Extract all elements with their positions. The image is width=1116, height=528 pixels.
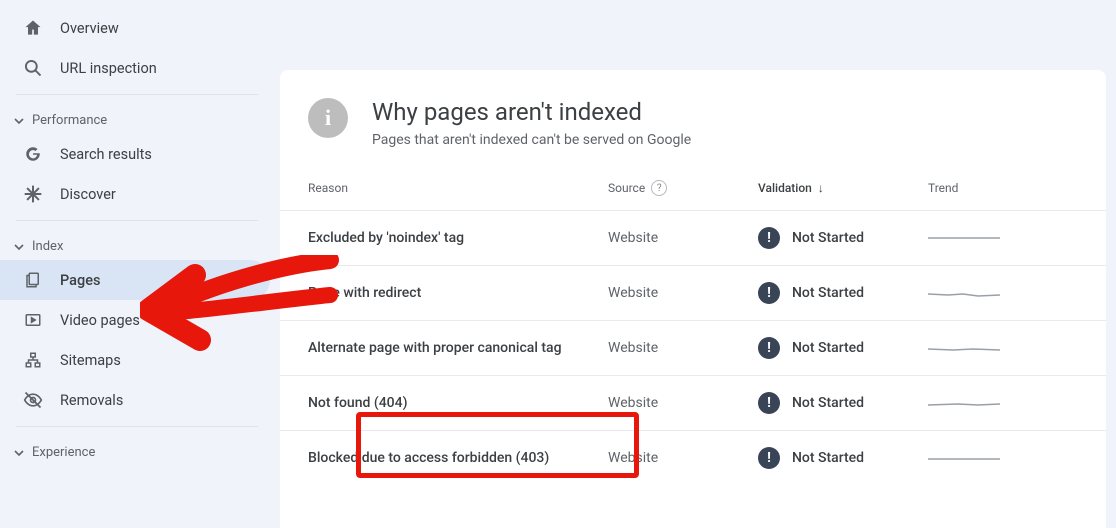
nav-sitemaps[interactable]: Sitemaps [0,340,270,380]
reason-cell: Excluded by 'noindex' tag [308,230,608,246]
nav-label: Overview [60,20,119,37]
nav-removals[interactable]: Removals [0,380,270,420]
chevron-down-icon [14,116,24,126]
col-trend[interactable]: Trend [928,181,1008,195]
trend-sparkline [928,286,1008,300]
source-cell: Website [608,450,758,466]
sidebar: Overview URL inspection Performance Sear… [0,0,270,528]
reason-cell: Alternate page with proper canonical tag [308,340,608,356]
col-reason[interactable]: Reason [308,181,608,195]
trend-sparkline [928,451,1008,465]
chevron-down-icon [14,448,24,458]
col-source[interactable]: Source ? [608,180,758,196]
validation-cell: ! Not Started [758,392,928,414]
section-performance[interactable]: Performance [0,99,270,134]
validation-cell: ! Not Started [758,447,928,469]
indexing-panel: i Why pages aren't indexed Pages that ar… [280,70,1106,528]
nav-label: Search results [60,146,152,163]
nav-overview[interactable]: Overview [0,8,270,48]
nav-label: Removals [60,392,123,409]
section-index[interactable]: Index [0,225,270,260]
source-cell: Website [608,395,758,411]
validation-cell: ! Not Started [758,282,928,304]
asterisk-icon [22,183,44,205]
source-cell: Website [608,285,758,301]
nav-label: Sitemaps [60,352,121,369]
divider [16,426,258,427]
reason-cell: Not found (404) [308,395,608,411]
issues-table: Reason Source ? Validation ↓ Trend Exclu… [280,172,1106,485]
validation-cell: ! Not Started [758,227,928,249]
nav-label: Discover [60,186,116,203]
exclamation-icon: ! [758,392,780,414]
divider [16,94,258,95]
visibility-off-icon [22,389,44,411]
google-g-icon [22,143,44,165]
trend-sparkline [928,231,1008,245]
help-icon[interactable]: ? [651,180,667,196]
nav-video-pages[interactable]: Video pages [0,300,270,340]
exclamation-icon: ! [758,337,780,359]
main-content: i Why pages aren't indexed Pages that ar… [270,0,1116,528]
pages-icon [22,269,44,291]
table-row[interactable]: Page with redirect Website ! Not Started [280,265,1106,320]
nav-pages[interactable]: Pages [0,260,270,300]
col-validation[interactable]: Validation ↓ [758,181,928,195]
sitemap-icon [22,349,44,371]
table-row-highlighted[interactable]: Not found (404) Website ! Not Started [280,375,1106,430]
exclamation-icon: ! [758,447,780,469]
exclamation-icon: ! [758,227,780,249]
divider [16,220,258,221]
section-label: Performance [32,113,107,128]
table-row[interactable]: Excluded by 'noindex' tag Website ! Not … [280,210,1106,265]
table-header: Reason Source ? Validation ↓ Trend [280,172,1106,210]
nav-label: Pages [60,272,100,289]
exclamation-icon: ! [758,282,780,304]
table-row[interactable]: Alternate page with proper canonical tag… [280,320,1106,375]
trend-sparkline [928,341,1008,355]
panel-subtitle: Pages that aren't indexed can't be serve… [372,132,691,148]
reason-cell: Page with redirect [308,285,608,301]
arrow-down-icon: ↓ [818,181,824,195]
source-cell: Website [608,230,758,246]
section-label: Experience [32,445,95,460]
info-icon: i [308,98,348,138]
nav-label: Video pages [60,312,140,329]
home-icon [22,17,44,39]
nav-search-results[interactable]: Search results [0,134,270,174]
reason-cell: Blocked due to access forbidden (403) [308,450,608,466]
source-cell: Website [608,340,758,356]
section-label: Index [32,239,63,254]
panel-title: Why pages aren't indexed [372,98,691,126]
nav-url-inspection[interactable]: URL inspection [0,48,270,88]
chevron-down-icon [14,242,24,252]
validation-cell: ! Not Started [758,337,928,359]
table-row[interactable]: Blocked due to access forbidden (403) We… [280,430,1106,485]
nav-label: URL inspection [60,60,157,77]
video-icon [22,309,44,331]
search-icon [22,57,44,79]
trend-sparkline [928,396,1008,410]
nav-discover[interactable]: Discover [0,174,270,214]
section-experience[interactable]: Experience [0,431,270,466]
